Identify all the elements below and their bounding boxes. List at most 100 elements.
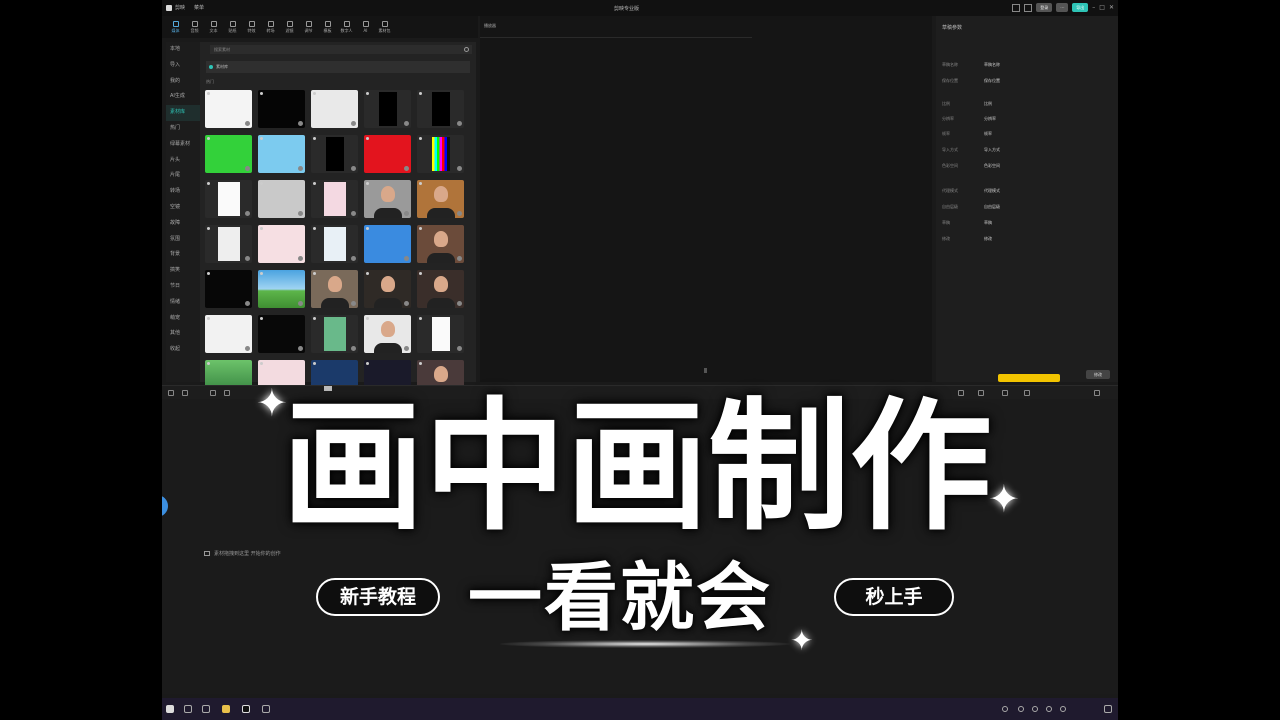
media-thumbnail[interactable] <box>258 315 305 353</box>
sidebar-item[interactable]: 本地 <box>166 42 200 58</box>
media-thumbnail[interactable] <box>311 180 358 218</box>
tool-ai[interactable]: AI <box>356 16 375 38</box>
redo-icon[interactable] <box>210 390 216 396</box>
media-thumbnail[interactable] <box>258 90 305 128</box>
media-thumbnail[interactable] <box>417 270 464 308</box>
tray-chevron-icon[interactable] <box>1002 706 1008 712</box>
media-thumbnail[interactable] <box>364 135 411 173</box>
media-thumbnail[interactable] <box>311 90 358 128</box>
search-input[interactable]: 搜索素材 <box>210 45 472 54</box>
media-thumbnail[interactable] <box>417 225 464 263</box>
download-icon[interactable] <box>351 301 356 306</box>
favorite-icon[interactable] <box>260 362 263 365</box>
share-button[interactable]: ⋯ <box>1056 3 1069 12</box>
login-button[interactable]: 登录 <box>1036 3 1053 12</box>
download-icon[interactable] <box>298 166 303 171</box>
favorite-icon[interactable] <box>313 92 316 95</box>
favorite-icon[interactable] <box>260 137 263 140</box>
media-thumbnail[interactable] <box>417 90 464 128</box>
sidebar-item[interactable]: 绿幕素材 <box>166 137 200 153</box>
download-icon[interactable] <box>351 211 356 216</box>
volume-icon[interactable] <box>1032 706 1038 712</box>
media-thumbnail[interactable] <box>205 270 252 308</box>
favorite-icon[interactable] <box>260 227 263 230</box>
download-icon[interactable] <box>457 301 462 306</box>
download-icon[interactable] <box>245 346 250 351</box>
favorite-icon[interactable] <box>419 362 422 365</box>
download-icon[interactable] <box>245 256 250 261</box>
download-icon[interactable] <box>298 346 303 351</box>
favorite-icon[interactable] <box>207 92 210 95</box>
media-thumbnail[interactable] <box>258 270 305 308</box>
network-icon[interactable] <box>1018 706 1024 712</box>
undo-icon[interactable] <box>182 390 188 396</box>
media-thumbnail[interactable] <box>417 135 464 173</box>
sidebar-item[interactable]: 萌宠 <box>166 311 200 327</box>
favorite-icon[interactable] <box>260 272 263 275</box>
media-thumbnail[interactable] <box>258 180 305 218</box>
download-icon[interactable] <box>457 121 462 126</box>
media-thumbnail[interactable] <box>311 225 358 263</box>
favorite-icon[interactable] <box>366 362 369 365</box>
download-icon[interactable] <box>245 301 250 306</box>
favorite-icon[interactable] <box>419 227 422 230</box>
snap-icon[interactable] <box>978 390 984 396</box>
favorite-icon[interactable] <box>419 317 422 320</box>
favorite-icon[interactable] <box>366 272 369 275</box>
file-explorer-icon[interactable] <box>222 705 230 713</box>
download-icon[interactable] <box>351 346 356 351</box>
download-icon[interactable] <box>457 256 462 261</box>
shortcut-icon[interactable] <box>1024 3 1033 12</box>
favorite-icon[interactable] <box>207 182 210 185</box>
download-icon[interactable] <box>404 166 409 171</box>
sidebar-item[interactable]: 热门 <box>166 121 200 137</box>
sidebar-item[interactable]: 收起 <box>166 342 200 358</box>
edit-button[interactable]: 修改 <box>1086 370 1110 379</box>
favorite-icon[interactable] <box>419 272 422 275</box>
select-tool-icon[interactable] <box>168 390 174 396</box>
tool-sticker[interactable]: 贴纸 <box>223 16 242 38</box>
tool-package[interactable]: 素材包 <box>375 16 394 38</box>
media-thumbnail[interactable] <box>364 180 411 218</box>
media-thumbnail[interactable] <box>205 135 252 173</box>
task-view-icon[interactable] <box>202 705 210 713</box>
sidebar-item[interactable]: 素材库 <box>166 105 200 121</box>
split-icon[interactable] <box>224 390 230 396</box>
favorite-icon[interactable] <box>366 227 369 230</box>
sidebar-item[interactable]: 转场 <box>166 184 200 200</box>
sidebar-item[interactable]: 搞笑 <box>166 263 200 279</box>
download-icon[interactable] <box>245 166 250 171</box>
tool-text[interactable]: 文本 <box>204 16 223 38</box>
sidebar-item[interactable]: 我的 <box>166 74 200 90</box>
sidebar-item[interactable]: 片头 <box>166 153 200 169</box>
download-icon[interactable] <box>298 121 303 126</box>
download-icon[interactable] <box>351 166 356 171</box>
search-icon[interactable] <box>464 47 469 52</box>
favorite-icon[interactable] <box>313 272 316 275</box>
download-icon[interactable] <box>351 256 356 261</box>
download-icon[interactable] <box>457 166 462 171</box>
media-thumbnail[interactable] <box>205 225 252 263</box>
favorite-icon[interactable] <box>419 182 422 185</box>
download-icon[interactable] <box>457 346 462 351</box>
favorite-icon[interactable] <box>207 137 210 140</box>
favorite-icon[interactable] <box>207 317 210 320</box>
favorite-icon[interactable] <box>207 227 210 230</box>
tool-audio[interactable]: 音频 <box>185 16 204 38</box>
favorite-icon[interactable] <box>260 317 263 320</box>
sidebar-item[interactable]: 导入 <box>166 58 200 74</box>
sidebar-item[interactable]: AI生成 <box>166 89 200 105</box>
favorite-icon[interactable] <box>260 92 263 95</box>
download-icon[interactable] <box>245 121 250 126</box>
tool-adjust[interactable]: 调节 <box>299 16 318 38</box>
tool-filter[interactable]: 滤镜 <box>280 16 299 38</box>
link-icon[interactable] <box>958 390 964 396</box>
download-icon[interactable] <box>404 256 409 261</box>
timeline-area[interactable]: 素材拖拽到这里 开始你的创作 <box>162 399 1118 694</box>
tool-template[interactable]: 模板 <box>318 16 337 38</box>
download-icon[interactable] <box>457 211 462 216</box>
download-icon[interactable] <box>298 256 303 261</box>
download-icon[interactable] <box>351 121 356 126</box>
media-thumbnail[interactable] <box>417 315 464 353</box>
media-thumbnail[interactable] <box>205 315 252 353</box>
